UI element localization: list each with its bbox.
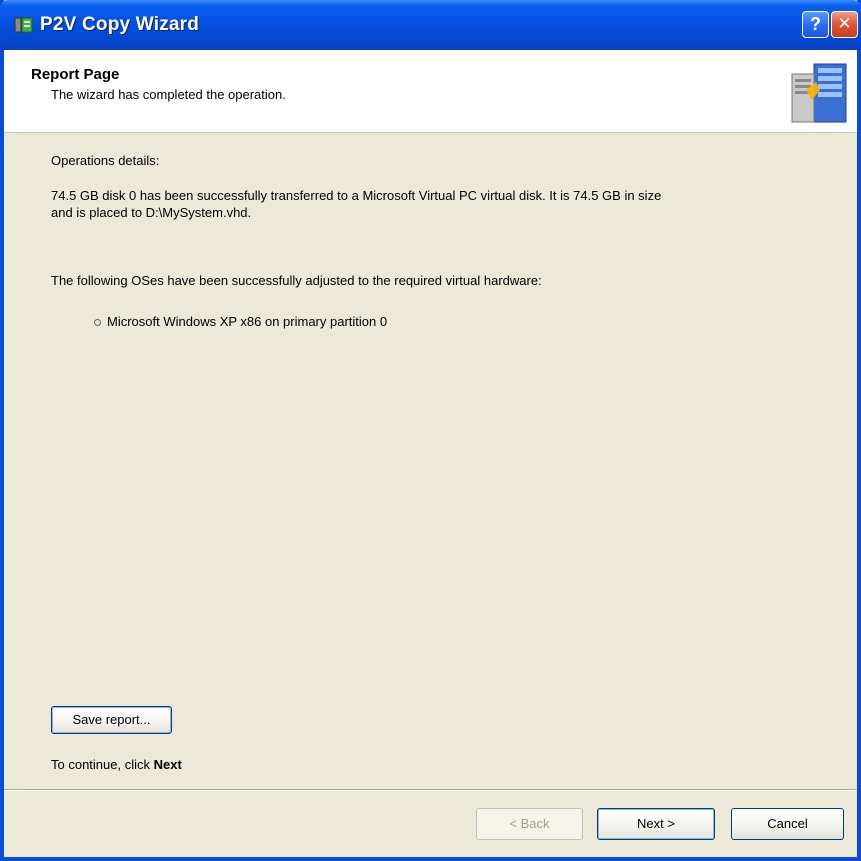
report-content: Operations details: 74.5 GB disk 0 has b… <box>4 132 857 787</box>
page-title: Report Page <box>31 66 120 83</box>
continue-prefix: To continue, click <box>51 757 154 772</box>
window-title: P2V Copy Wizard <box>40 14 200 35</box>
title-bar[interactable]: P2V Copy Wizard ? ✕ <box>0 0 861 50</box>
os-name: Microsoft Windows XP x86 on primary part… <box>107 314 388 329</box>
server-computer-icon <box>791 63 847 123</box>
app-icon <box>14 17 33 33</box>
wizard-header: Report Page The wizard has completed the… <box>4 50 857 133</box>
wizard-window: P2V Copy Wizard ? ✕ Report Page The wiza… <box>0 0 861 861</box>
bullet-icon <box>94 319 101 327</box>
continue-next-word: Next <box>153 757 182 772</box>
footer-divider <box>4 789 857 791</box>
operation-detail: 74.5 GB disk 0 has been successfully tra… <box>51 187 821 221</box>
cancel-button[interactable]: Cancel <box>731 808 844 840</box>
operations-label: Operations details: <box>51 153 160 168</box>
adjusted-os-label: The following OSes have been successfull… <box>51 273 542 288</box>
detail-line-1: 74.5 GB disk 0 has been successfully tra… <box>51 188 662 203</box>
page-subtitle: The wizard has completed the operation. <box>51 87 286 102</box>
continue-hint: To continue, click Next <box>51 757 182 772</box>
back-button[interactable]: < Back <box>476 808 583 840</box>
os-list-item: Microsoft Windows XP x86 on primary part… <box>94 314 387 329</box>
close-button[interactable]: ✕ <box>831 11 858 38</box>
next-button[interactable]: Next > <box>597 808 715 840</box>
detail-line-2: and is placed to D:\MySystem.vhd. <box>51 205 252 220</box>
help-button[interactable]: ? <box>802 11 829 38</box>
save-report-button[interactable]: Save report... <box>51 706 172 734</box>
